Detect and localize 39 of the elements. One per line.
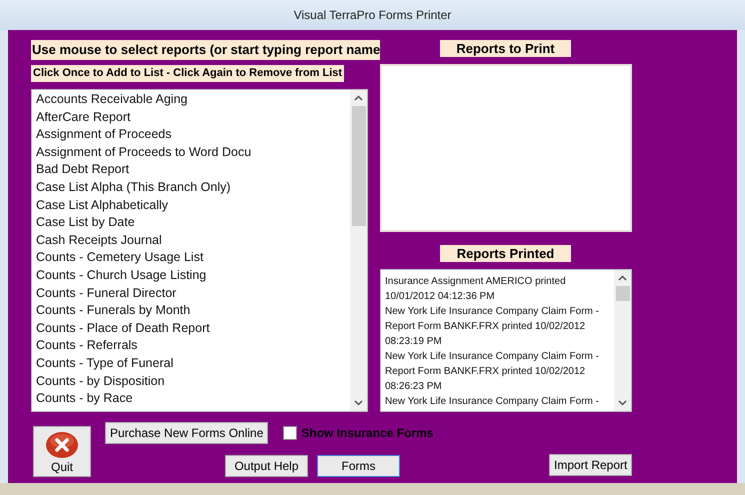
log-entry: Insurance Assignment AMERICO printed 10/01/2012 04:12:36 PM [385,275,567,304]
window-title: Visual TerraPro Forms Printer [294,8,452,22]
quit-button[interactable]: Quit [33,426,91,477]
action-button[interactable]: Output Help [225,455,308,477]
instruction-label: Use mouse to select reports (or start typing report name [31,40,380,60]
close-icon [45,430,79,460]
report-item[interactable]: Case List by Date [36,214,350,232]
reports-list[interactable] [31,89,368,412]
scroll-thumb[interactable] [616,286,630,301]
report-item[interactable]: Case List Alpha (This Branch Only) [36,178,350,197]
report-item[interactable]: AfterCare Report [36,108,350,126]
report-item[interactable]: Counts - Church Usage Listing [36,266,350,285]
scrollbar[interactable] [614,270,631,411]
report-item[interactable]: Counts - by Disposition [36,372,350,390]
report-item[interactable]: Accounts Receivable Aging [36,91,350,109]
report-item[interactable]: Counts - Funeral Director [36,284,350,302]
report-item[interactable]: Case List Alphabetically [36,196,350,214]
report-item[interactable]: Cash Receipts Journal [36,232,350,250]
log-entry: New York Life Insurance Company Claim Form - Report Form BANKF.FRX printed 10/02/2012 08:26:23 PM [385,350,600,394]
reports-printed-list[interactable] [380,269,632,412]
section-title: Reports to Print [440,40,571,57]
import-report-button[interactable]: Import Report [549,454,632,476]
action-button[interactable]: Forms [317,455,400,477]
purchase-forms-button[interactable]: Purchase New Forms Online [105,422,268,444]
scrollbar[interactable] [350,90,367,411]
report-item[interactable]: Assignment of Proceeds [36,126,350,144]
report-item[interactable]: Bad Debt Report [36,161,350,179]
report-item[interactable]: Counts - Type of Funeral [36,354,350,372]
scroll-thumb[interactable] [352,106,366,226]
report-item[interactable]: Counts - Cemetery Usage List [36,249,350,267]
report-item[interactable]: Assignment of Proceeds to Word Docu [36,144,350,162]
instruction-label: Click Once to Add to List - Click Again to Remove from List [31,65,344,82]
report-item[interactable]: Counts - by Race [36,390,350,408]
log-entry: New York Life Insurance Company Claim Form - Report Form BANKF.FRX printed 10/02/2012 08:23:19 PM [385,305,600,349]
report-item[interactable]: Counts - Referrals [36,337,350,355]
log-entry: New York Life Insurance Company Claim Form - [385,395,600,409]
report-item[interactable]: Counts - Place of Death Report [36,320,350,338]
section-title: Reports Printed [440,245,571,262]
report-item[interactable]: Counts - Funerals by Month [36,302,350,320]
